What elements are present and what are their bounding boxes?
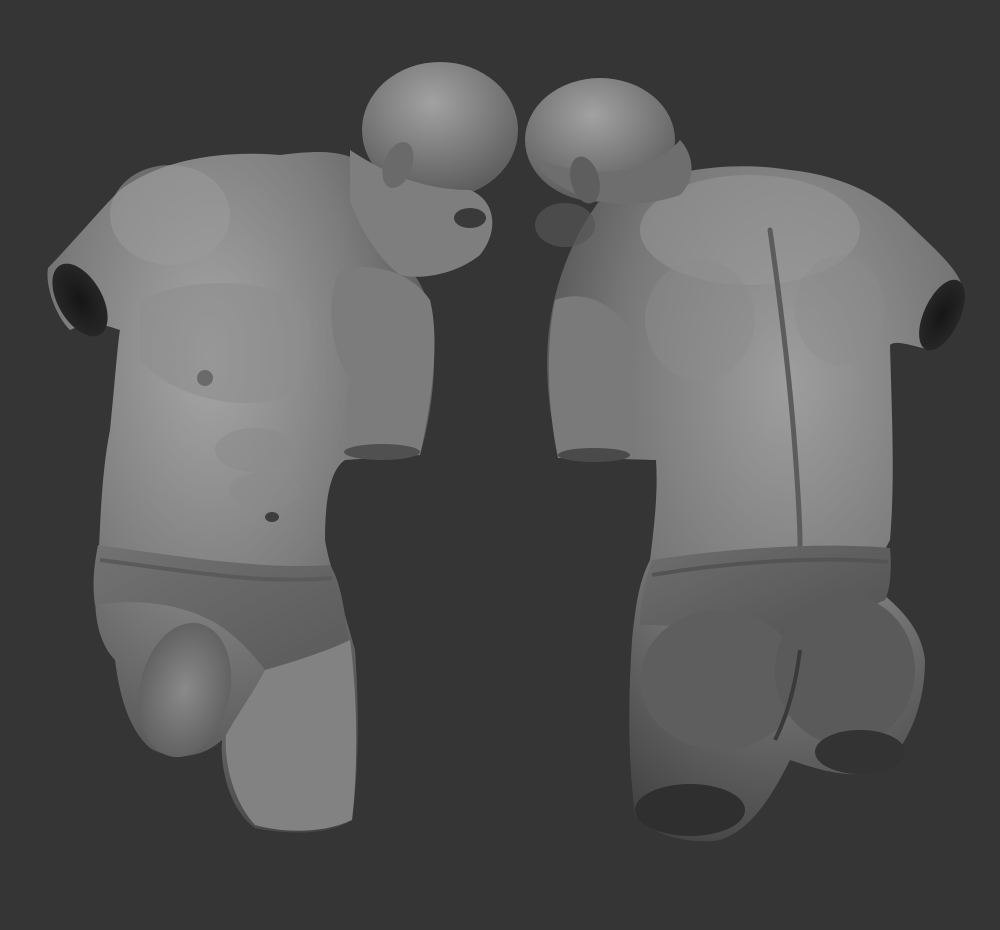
front-left-deltoid: [110, 165, 230, 265]
front-navel: [265, 512, 279, 522]
front-eye-socket: [454, 208, 486, 228]
back-arm-cap: [558, 448, 630, 462]
front-abdominal: [215, 428, 295, 472]
back-thigh-cap: [635, 784, 745, 836]
front-arm-cap: [344, 444, 420, 460]
back-thigh-cap: [815, 730, 905, 774]
front-raised-arm: [331, 267, 435, 458]
render-canvas: [47, 62, 965, 842]
front-head: [350, 62, 518, 277]
back-shoulder-blade: [645, 260, 755, 380]
front-abdominal: [229, 472, 301, 508]
back-shoulder-blade: [795, 255, 885, 365]
sculpt-viewport: [0, 0, 1000, 930]
back-torso-model: [525, 78, 965, 842]
front-torso-model: [47, 62, 518, 833]
front-nipple: [197, 370, 213, 386]
back-jaw-shadow: [535, 203, 595, 247]
back-arm: [548, 296, 634, 458]
